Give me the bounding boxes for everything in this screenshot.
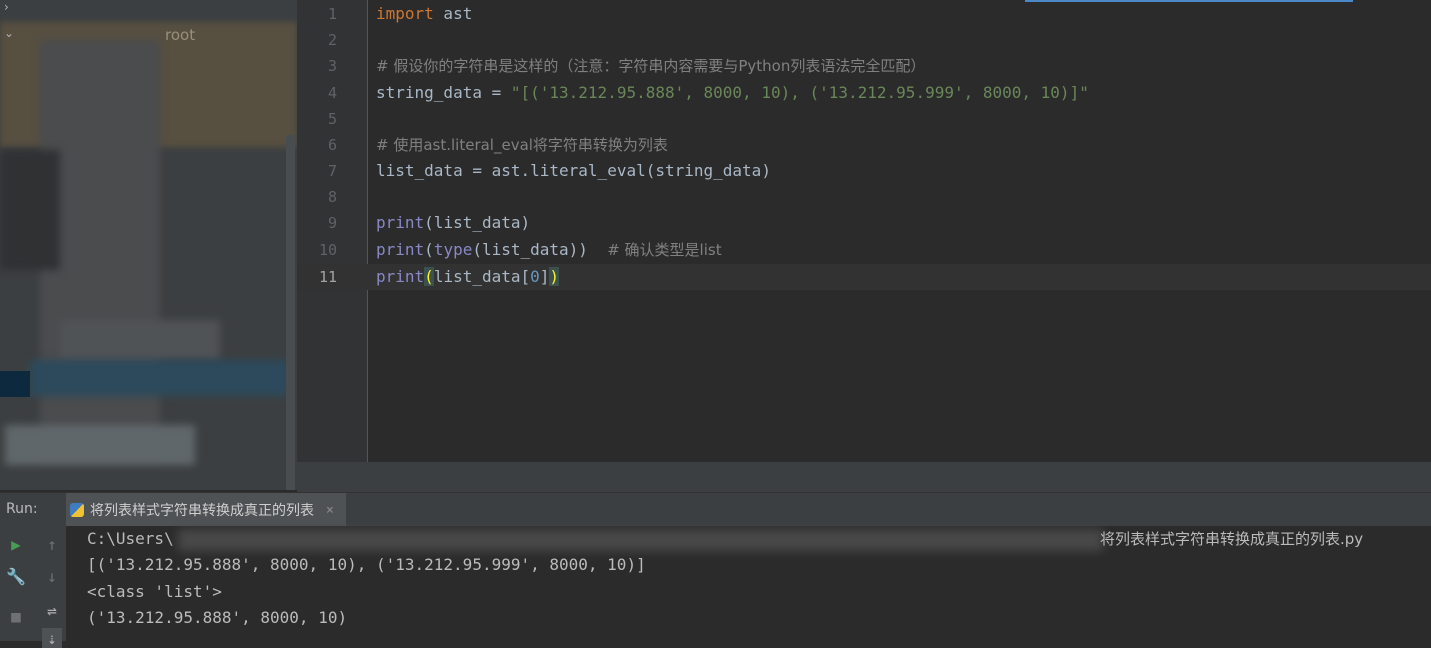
redacted-area: [30, 360, 290, 396]
run-label: Run:: [6, 501, 38, 517]
comment: # 使用ast.literal_eval将字符串转换为列表: [376, 136, 668, 154]
code-line-10[interactable]: print(type(list_data)) # 确认类型是list: [376, 237, 722, 263]
code-text: (list_data)): [472, 240, 608, 259]
line-number: 3: [327, 57, 337, 75]
chevron-right-icon[interactable]: ›: [4, 0, 9, 14]
arrow-down-icon[interactable]: ↓: [42, 566, 62, 586]
line-number: 2: [327, 31, 337, 49]
keyword: import: [376, 4, 434, 23]
builtin: type: [433, 240, 473, 259]
code-text: ast: [433, 4, 473, 23]
scroll-to-end-icon[interactable]: ⇣: [42, 628, 62, 648]
console-line: ('13.212.95.888', 8000, 10): [87, 608, 348, 627]
code-text: string_data =: [376, 83, 511, 102]
line-number: 1: [327, 5, 337, 23]
console-path: 将列表样式字符串转换成真正的列表.py: [1100, 530, 1364, 548]
code-line-9[interactable]: print(list_data): [376, 210, 530, 236]
project-panel: › ⌄ root: [0, 0, 297, 490]
code-line-1[interactable]: import ast: [376, 1, 472, 27]
run-toolbar: Run: 将列表样式字符串转换成真正的列表 ×: [0, 492, 1431, 528]
stop-icon[interactable]: ■: [6, 606, 26, 626]
redacted-area: [60, 320, 220, 360]
line-number: 6: [327, 136, 337, 154]
chevron-down-icon[interactable]: ⌄: [4, 26, 14, 40]
code-line-7[interactable]: list_data = ast.literal_eval(string_data…: [376, 158, 771, 184]
project-scrollbar[interactable]: [286, 135, 295, 490]
code-text: list_data = ast.literal_eval(string_data…: [376, 161, 771, 180]
scrollbar-indicator: [1025, 0, 1353, 2]
console-line: 将列表样式字符串转换成真正的列表.py: [1100, 526, 1363, 552]
code-line-3[interactable]: # 假设你的字符串是这样的（注意：字符串内容需要与Python列表语法完全匹配）: [376, 53, 925, 79]
run-tab[interactable]: 将列表样式字符串转换成真正的列表 ×: [66, 493, 346, 527]
console-line: <class 'list'>: [87, 582, 222, 601]
builtin: print: [376, 267, 425, 286]
redacted-area: [0, 150, 60, 270]
close-icon[interactable]: ×: [326, 503, 334, 518]
code-line-6[interactable]: # 使用ast.literal_eval将字符串转换为列表: [376, 132, 668, 158]
code-text: ]: [539, 267, 550, 286]
code-text: (: [424, 240, 434, 259]
redacted-area: [5, 425, 195, 465]
comment: # 假设你的字符串是这样的（注意：字符串内容需要与Python列表语法完全匹配）: [376, 57, 926, 75]
console-path: C:\Users\: [87, 529, 174, 548]
code-text: (list_data): [424, 213, 531, 232]
number-literal: 0: [530, 267, 540, 286]
line-number: 9: [327, 214, 337, 232]
wrench-icon[interactable]: 🔧: [6, 566, 26, 586]
console-line: [('13.212.95.888', 8000, 10), ('13.212.9…: [87, 555, 646, 574]
code-line-4[interactable]: string_data = "[('13.212.95.888', 8000, …: [376, 80, 1089, 106]
builtin: print: [376, 213, 425, 232]
project-root-label[interactable]: root: [165, 26, 195, 44]
line-number: 5: [327, 110, 337, 128]
line-number-current: 11: [318, 268, 337, 286]
line-number: 4: [327, 84, 337, 102]
console-line: C:\Users\: [87, 526, 174, 552]
code-line-11[interactable]: print(list_data[0]): [376, 264, 560, 290]
redacted-area: [178, 529, 1103, 551]
builtin: print: [376, 240, 425, 259]
selected-row: [0, 371, 30, 397]
line-number: 7: [327, 162, 337, 180]
code-text: list_data[: [433, 267, 531, 286]
soft-wrap-icon[interactable]: ⇌: [42, 600, 62, 620]
run-tab-label: 将列表样式字符串转换成真正的列表: [90, 503, 314, 519]
matched-paren: ): [549, 267, 560, 286]
string-literal: "[('13.212.95.888', 8000, 10), ('13.212.…: [510, 83, 1089, 102]
run-icon[interactable]: ▶: [6, 534, 26, 554]
comment: # 确认类型是list: [607, 241, 722, 259]
arrow-up-icon[interactable]: ↑: [42, 534, 62, 554]
line-number: 8: [327, 188, 337, 206]
line-number: 10: [318, 241, 337, 259]
matched-paren: (: [424, 267, 434, 286]
editor-bottom-strip: [297, 462, 1431, 492]
python-icon: [70, 503, 84, 517]
